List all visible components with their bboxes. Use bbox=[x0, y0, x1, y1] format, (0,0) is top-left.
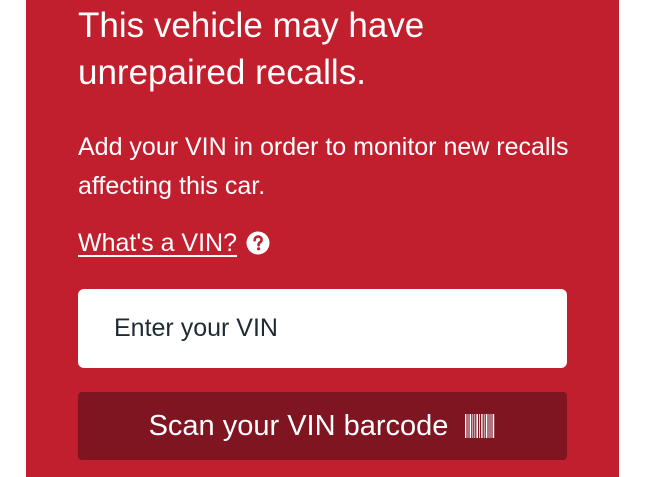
vin-help-row: What's a VIN? bbox=[78, 224, 270, 262]
whats-a-vin-link[interactable]: What's a VIN? bbox=[78, 229, 237, 258]
vin-input[interactable] bbox=[78, 289, 567, 368]
barcode-icon bbox=[464, 413, 496, 439]
alert-headline: This vehicle may have unrepaired recalls… bbox=[78, 6, 425, 92]
alert-description: Add your VIN in order to monitor new rec… bbox=[78, 133, 569, 200]
recall-alert-panel: This vehicle may have unrepaired recalls… bbox=[26, 0, 619, 477]
question-circle-icon[interactable] bbox=[246, 231, 270, 255]
scan-button-label: Scan your VIN barcode bbox=[148, 409, 449, 442]
scan-vin-barcode-button[interactable]: Scan your VIN barcode bbox=[78, 392, 567, 460]
